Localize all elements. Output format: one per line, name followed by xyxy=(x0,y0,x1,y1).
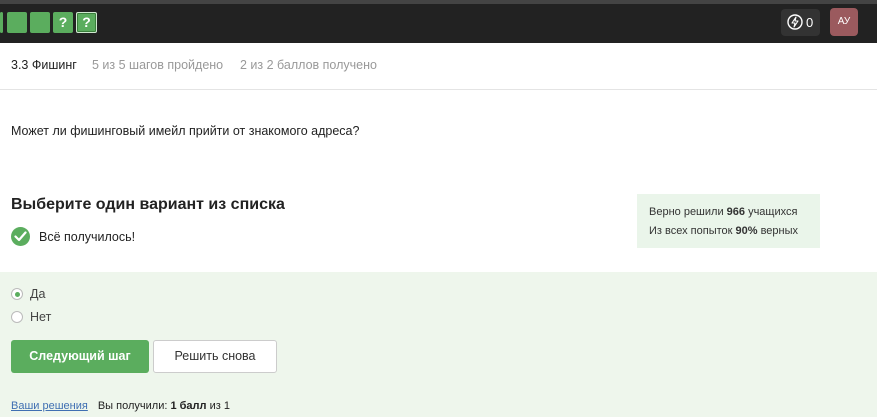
lightning-icon xyxy=(787,14,803,30)
top-edge xyxy=(0,0,877,4)
step-marker-question[interactable]: ? xyxy=(53,12,73,33)
lesson-title[interactable]: 3.3 Фишинг xyxy=(11,58,77,72)
question-text: Может ли фишинговый имейл прийти от знак… xyxy=(11,124,360,138)
steps-progress: 5 из 5 шагов пройдено xyxy=(92,58,224,72)
check-circle-icon xyxy=(11,227,30,246)
radio-button[interactable] xyxy=(11,288,23,300)
step-marker[interactable] xyxy=(0,12,3,33)
correct-percent: 90% xyxy=(735,225,758,237)
stats-box: Верно решили 966 учащихся Из всех попыто… xyxy=(637,194,820,248)
points-received: Вы получили: 1 балл из 1 xyxy=(97,400,230,412)
lesson-header: 3.3 Фишинг 5 из 5 шагов пройдено 2 из 2 … xyxy=(0,43,877,90)
radio-button[interactable] xyxy=(11,311,23,323)
energy-count: 0 xyxy=(806,15,814,30)
next-step-button[interactable]: Следующий шаг xyxy=(11,340,149,373)
top-navigation-bar: ? ? 0 АУ xyxy=(0,0,877,43)
your-solutions-link[interactable]: Ваши решения xyxy=(11,400,88,412)
step-marker[interactable] xyxy=(7,12,27,33)
solved-count: 966 xyxy=(726,206,746,218)
score-progress: 2 из 2 баллов получено xyxy=(240,58,377,72)
submission-footer: Ваши решения Вы получили: 1 балл из 1 xyxy=(11,400,230,412)
step-marker[interactable] xyxy=(30,12,50,33)
step-marker-current[interactable]: ? xyxy=(76,12,97,33)
solve-again-button[interactable]: Решить снова xyxy=(153,340,277,373)
answer-options-panel: Да Нет Следующий шаг Решить снова Ваши р… xyxy=(0,272,877,417)
stats-solved: Верно решили 966 учащихся xyxy=(649,206,798,218)
success-text: Всё получилось! xyxy=(39,230,136,244)
avatar[interactable]: АУ xyxy=(830,8,858,36)
option-label: Нет xyxy=(30,310,52,324)
stats-attempts: Из всех попыток 90% верных xyxy=(649,225,799,237)
energy-counter[interactable]: 0 xyxy=(781,9,820,36)
choose-title: Выберите один вариант из списка xyxy=(11,196,285,213)
option-label: Да xyxy=(30,287,46,301)
